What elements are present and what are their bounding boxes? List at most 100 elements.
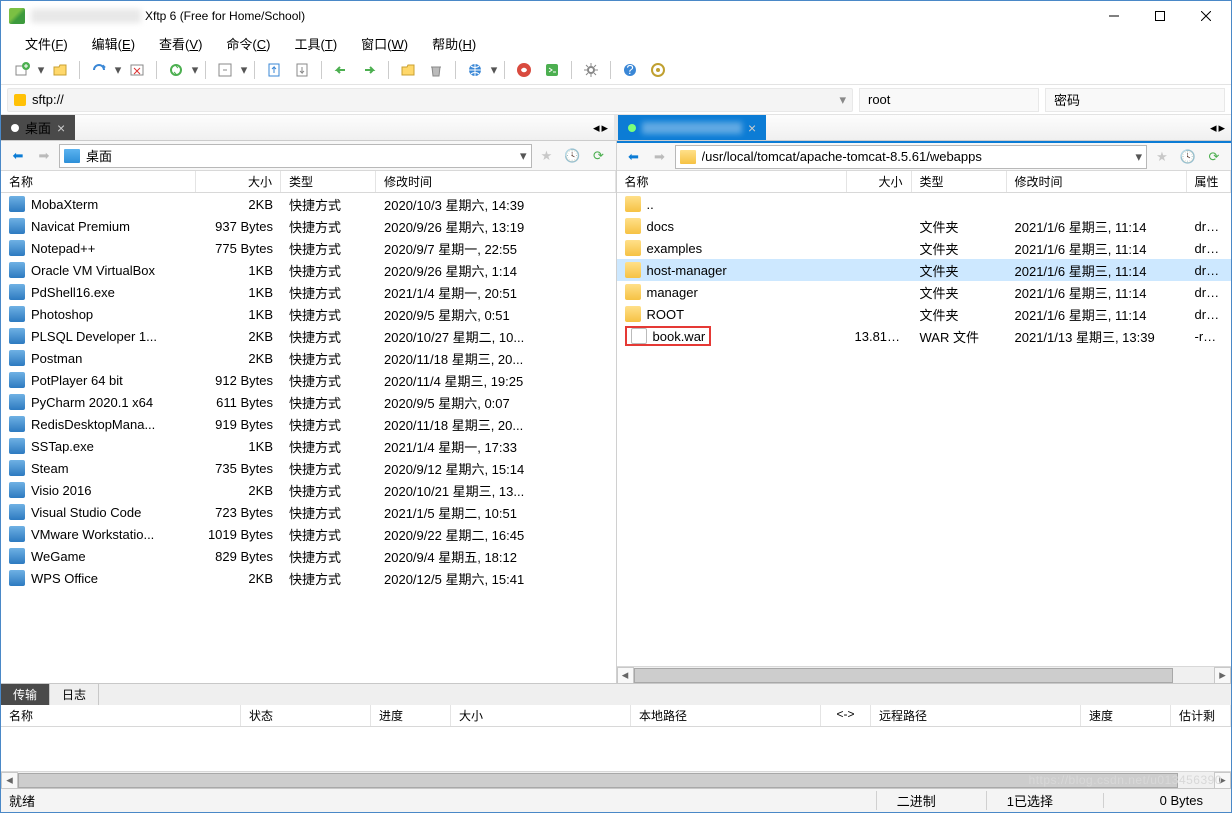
list-item[interactable]: WeGame829 Bytes快捷方式2020/9/4 星期五, 18:12 bbox=[1, 545, 616, 567]
list-item[interactable]: PLSQL Developer 1...2KB快捷方式2020/10/27 星期… bbox=[1, 325, 616, 347]
chevron-down-icon[interactable]: ▾ bbox=[839, 92, 846, 108]
reconnect-button[interactable] bbox=[86, 57, 112, 83]
back-button[interactable]: ⬅ bbox=[623, 146, 645, 168]
transfer-horizontal-scrollbar[interactable]: ◂ ▸ bbox=[1, 771, 1231, 788]
col-attr[interactable]: 属性 bbox=[1187, 171, 1232, 192]
bookmark-button[interactable]: ★ bbox=[1151, 146, 1173, 168]
col-name[interactable]: 名称 bbox=[617, 171, 847, 192]
menu-edit[interactable]: 编辑(E) bbox=[82, 32, 145, 55]
tab-remote-session[interactable]: × bbox=[618, 115, 766, 140]
download-button[interactable] bbox=[289, 57, 315, 83]
list-item[interactable]: Postman2KB快捷方式2020/11/18 星期三, 20... bbox=[1, 347, 616, 369]
list-item[interactable]: RedisDesktopMana...919 Bytes快捷方式2020/11/… bbox=[1, 413, 616, 435]
list-item[interactable]: WPS Office2KB快捷方式2020/12/5 星期六, 15:41 bbox=[1, 567, 616, 589]
col-modified[interactable]: 修改时间 bbox=[1007, 171, 1187, 192]
tab-close-icon[interactable]: × bbox=[748, 120, 756, 136]
refresh-button[interactable]: ⟳ bbox=[588, 145, 610, 167]
minimize-button[interactable] bbox=[1091, 1, 1137, 31]
new-session-button[interactable] bbox=[9, 57, 35, 83]
list-item[interactable]: Oracle VM VirtualBox1KB快捷方式2020/9/26 星期六… bbox=[1, 259, 616, 281]
transfer-left-button[interactable] bbox=[328, 57, 354, 83]
history-button[interactable]: 🕓 bbox=[1177, 146, 1199, 168]
tab-next-icon[interactable]: ▸ bbox=[1218, 120, 1225, 136]
maximize-button[interactable] bbox=[1137, 1, 1183, 31]
list-item[interactable]: manager文件夹2021/1/6 星期三, 11:14drwxr bbox=[617, 281, 1232, 303]
refresh-button[interactable]: ⟳ bbox=[1203, 146, 1225, 168]
remote-path-combo[interactable]: /usr/local/tomcat/apache-tomcat-8.5.61/w… bbox=[675, 145, 1148, 169]
menu-tool[interactable]: 工具(T) bbox=[285, 32, 348, 55]
tcol-speed[interactable]: 速度 bbox=[1081, 705, 1171, 726]
sync-dropdown[interactable]: ▾ bbox=[191, 62, 199, 78]
list-item[interactable]: .. bbox=[617, 193, 1232, 215]
local-path-combo[interactable]: 桌面 ▾ bbox=[59, 144, 532, 168]
list-item[interactable]: Visual Studio Code723 Bytes快捷方式2021/1/5 … bbox=[1, 501, 616, 523]
tab-log[interactable]: 日志 bbox=[50, 684, 99, 705]
password-field[interactable]: 密码 bbox=[1045, 88, 1225, 112]
list-item[interactable]: PotPlayer 64 bit912 Bytes快捷方式2020/11/4 星… bbox=[1, 369, 616, 391]
col-size[interactable]: 大小 bbox=[196, 171, 281, 192]
local-file-list[interactable]: MobaXterm2KB快捷方式2020/10/3 星期六, 14:39Navi… bbox=[1, 193, 616, 683]
list-item[interactable]: VMware Workstatio...1019 Bytes快捷方式2020/9… bbox=[1, 523, 616, 545]
menu-file[interactable]: 文件(F) bbox=[15, 32, 78, 55]
menu-help[interactable]: 帮助(H) bbox=[422, 32, 486, 55]
scroll-right-icon[interactable]: ▸ bbox=[1214, 667, 1231, 684]
sync-button[interactable] bbox=[163, 57, 189, 83]
disconnect-button[interactable] bbox=[124, 57, 150, 83]
list-item[interactable]: Visio 20162KB快捷方式2020/10/21 星期三, 13... bbox=[1, 479, 616, 501]
reconnect-dropdown[interactable]: ▾ bbox=[114, 62, 122, 78]
xshell-button[interactable] bbox=[511, 57, 537, 83]
globe-dropdown[interactable]: ▾ bbox=[490, 62, 498, 78]
tcol-progress[interactable]: 进度 bbox=[371, 705, 451, 726]
host-field[interactable]: sftp:// ▾ bbox=[7, 88, 853, 112]
chevron-down-icon[interactable]: ▾ bbox=[520, 148, 527, 164]
list-item[interactable]: Navicat Premium937 Bytes快捷方式2020/9/26 星期… bbox=[1, 215, 616, 237]
chevron-down-icon[interactable]: ▾ bbox=[1135, 149, 1142, 165]
view-mode-button[interactable] bbox=[212, 57, 238, 83]
col-size[interactable]: 大小 bbox=[847, 171, 912, 192]
help-button[interactable]: ? bbox=[617, 57, 643, 83]
forward-button[interactable]: ➡ bbox=[649, 146, 671, 168]
tcol-size[interactable]: 大小 bbox=[451, 705, 631, 726]
tab-prev-icon[interactable]: ◂ bbox=[593, 120, 600, 136]
tab-transfer[interactable]: 传输 bbox=[1, 684, 50, 705]
list-item[interactable]: PdShell16.exe1KB快捷方式2021/1/4 星期一, 20:51 bbox=[1, 281, 616, 303]
settings-button[interactable] bbox=[578, 57, 604, 83]
col-type[interactable]: 类型 bbox=[912, 171, 1007, 192]
tcol-name[interactable]: 名称 bbox=[1, 705, 241, 726]
tab-local-desktop[interactable]: 桌面 × bbox=[1, 115, 75, 140]
list-item[interactable]: book.war13.81MBWAR 文件2021/1/13 星期三, 13:3… bbox=[617, 325, 1232, 347]
view-mode-dropdown[interactable]: ▾ bbox=[240, 62, 248, 78]
transfer-right-button[interactable] bbox=[356, 57, 382, 83]
globe-button[interactable] bbox=[462, 57, 488, 83]
about-button[interactable] bbox=[645, 57, 671, 83]
menu-window[interactable]: 窗口(W) bbox=[351, 32, 418, 55]
username-field[interactable]: root bbox=[859, 88, 1039, 112]
col-type[interactable]: 类型 bbox=[281, 171, 376, 192]
list-item[interactable]: Photoshop1KB快捷方式2020/9/5 星期六, 0:51 bbox=[1, 303, 616, 325]
new-folder-button[interactable] bbox=[395, 57, 421, 83]
list-item[interactable]: ROOT文件夹2021/1/6 星期三, 11:14drwxr bbox=[617, 303, 1232, 325]
col-modified[interactable]: 修改时间 bbox=[376, 171, 616, 192]
back-button[interactable]: ⬅ bbox=[7, 145, 29, 167]
remote-horizontal-scrollbar[interactable]: ◂ ▸ bbox=[617, 666, 1232, 683]
col-name[interactable]: 名称 bbox=[1, 171, 196, 192]
upload-button[interactable] bbox=[261, 57, 287, 83]
scroll-right-icon[interactable]: ▸ bbox=[1214, 772, 1231, 789]
history-button[interactable]: 🕓 bbox=[562, 145, 584, 167]
tcol-remote[interactable]: 远程路径 bbox=[871, 705, 1081, 726]
tab-close-icon[interactable]: × bbox=[57, 120, 65, 136]
tcol-eta[interactable]: 估计剩 bbox=[1171, 705, 1231, 726]
open-session-button[interactable] bbox=[47, 57, 73, 83]
transfer-list[interactable] bbox=[1, 727, 1231, 771]
forward-button[interactable]: ➡ bbox=[33, 145, 55, 167]
tcol-local[interactable]: 本地路径 bbox=[631, 705, 821, 726]
menu-command[interactable]: 命令(C) bbox=[216, 32, 280, 55]
list-item[interactable]: MobaXterm2KB快捷方式2020/10/3 星期六, 14:39 bbox=[1, 193, 616, 215]
list-item[interactable]: examples文件夹2021/1/6 星期三, 11:14drwxr bbox=[617, 237, 1232, 259]
list-item[interactable]: Steam735 Bytes快捷方式2020/9/12 星期六, 15:14 bbox=[1, 457, 616, 479]
tcol-status[interactable]: 状态 bbox=[241, 705, 371, 726]
tcol-direction[interactable]: <-> bbox=[821, 705, 871, 726]
menu-view[interactable]: 查看(V) bbox=[149, 32, 212, 55]
delete-button[interactable] bbox=[423, 57, 449, 83]
terminal-button[interactable] bbox=[539, 57, 565, 83]
